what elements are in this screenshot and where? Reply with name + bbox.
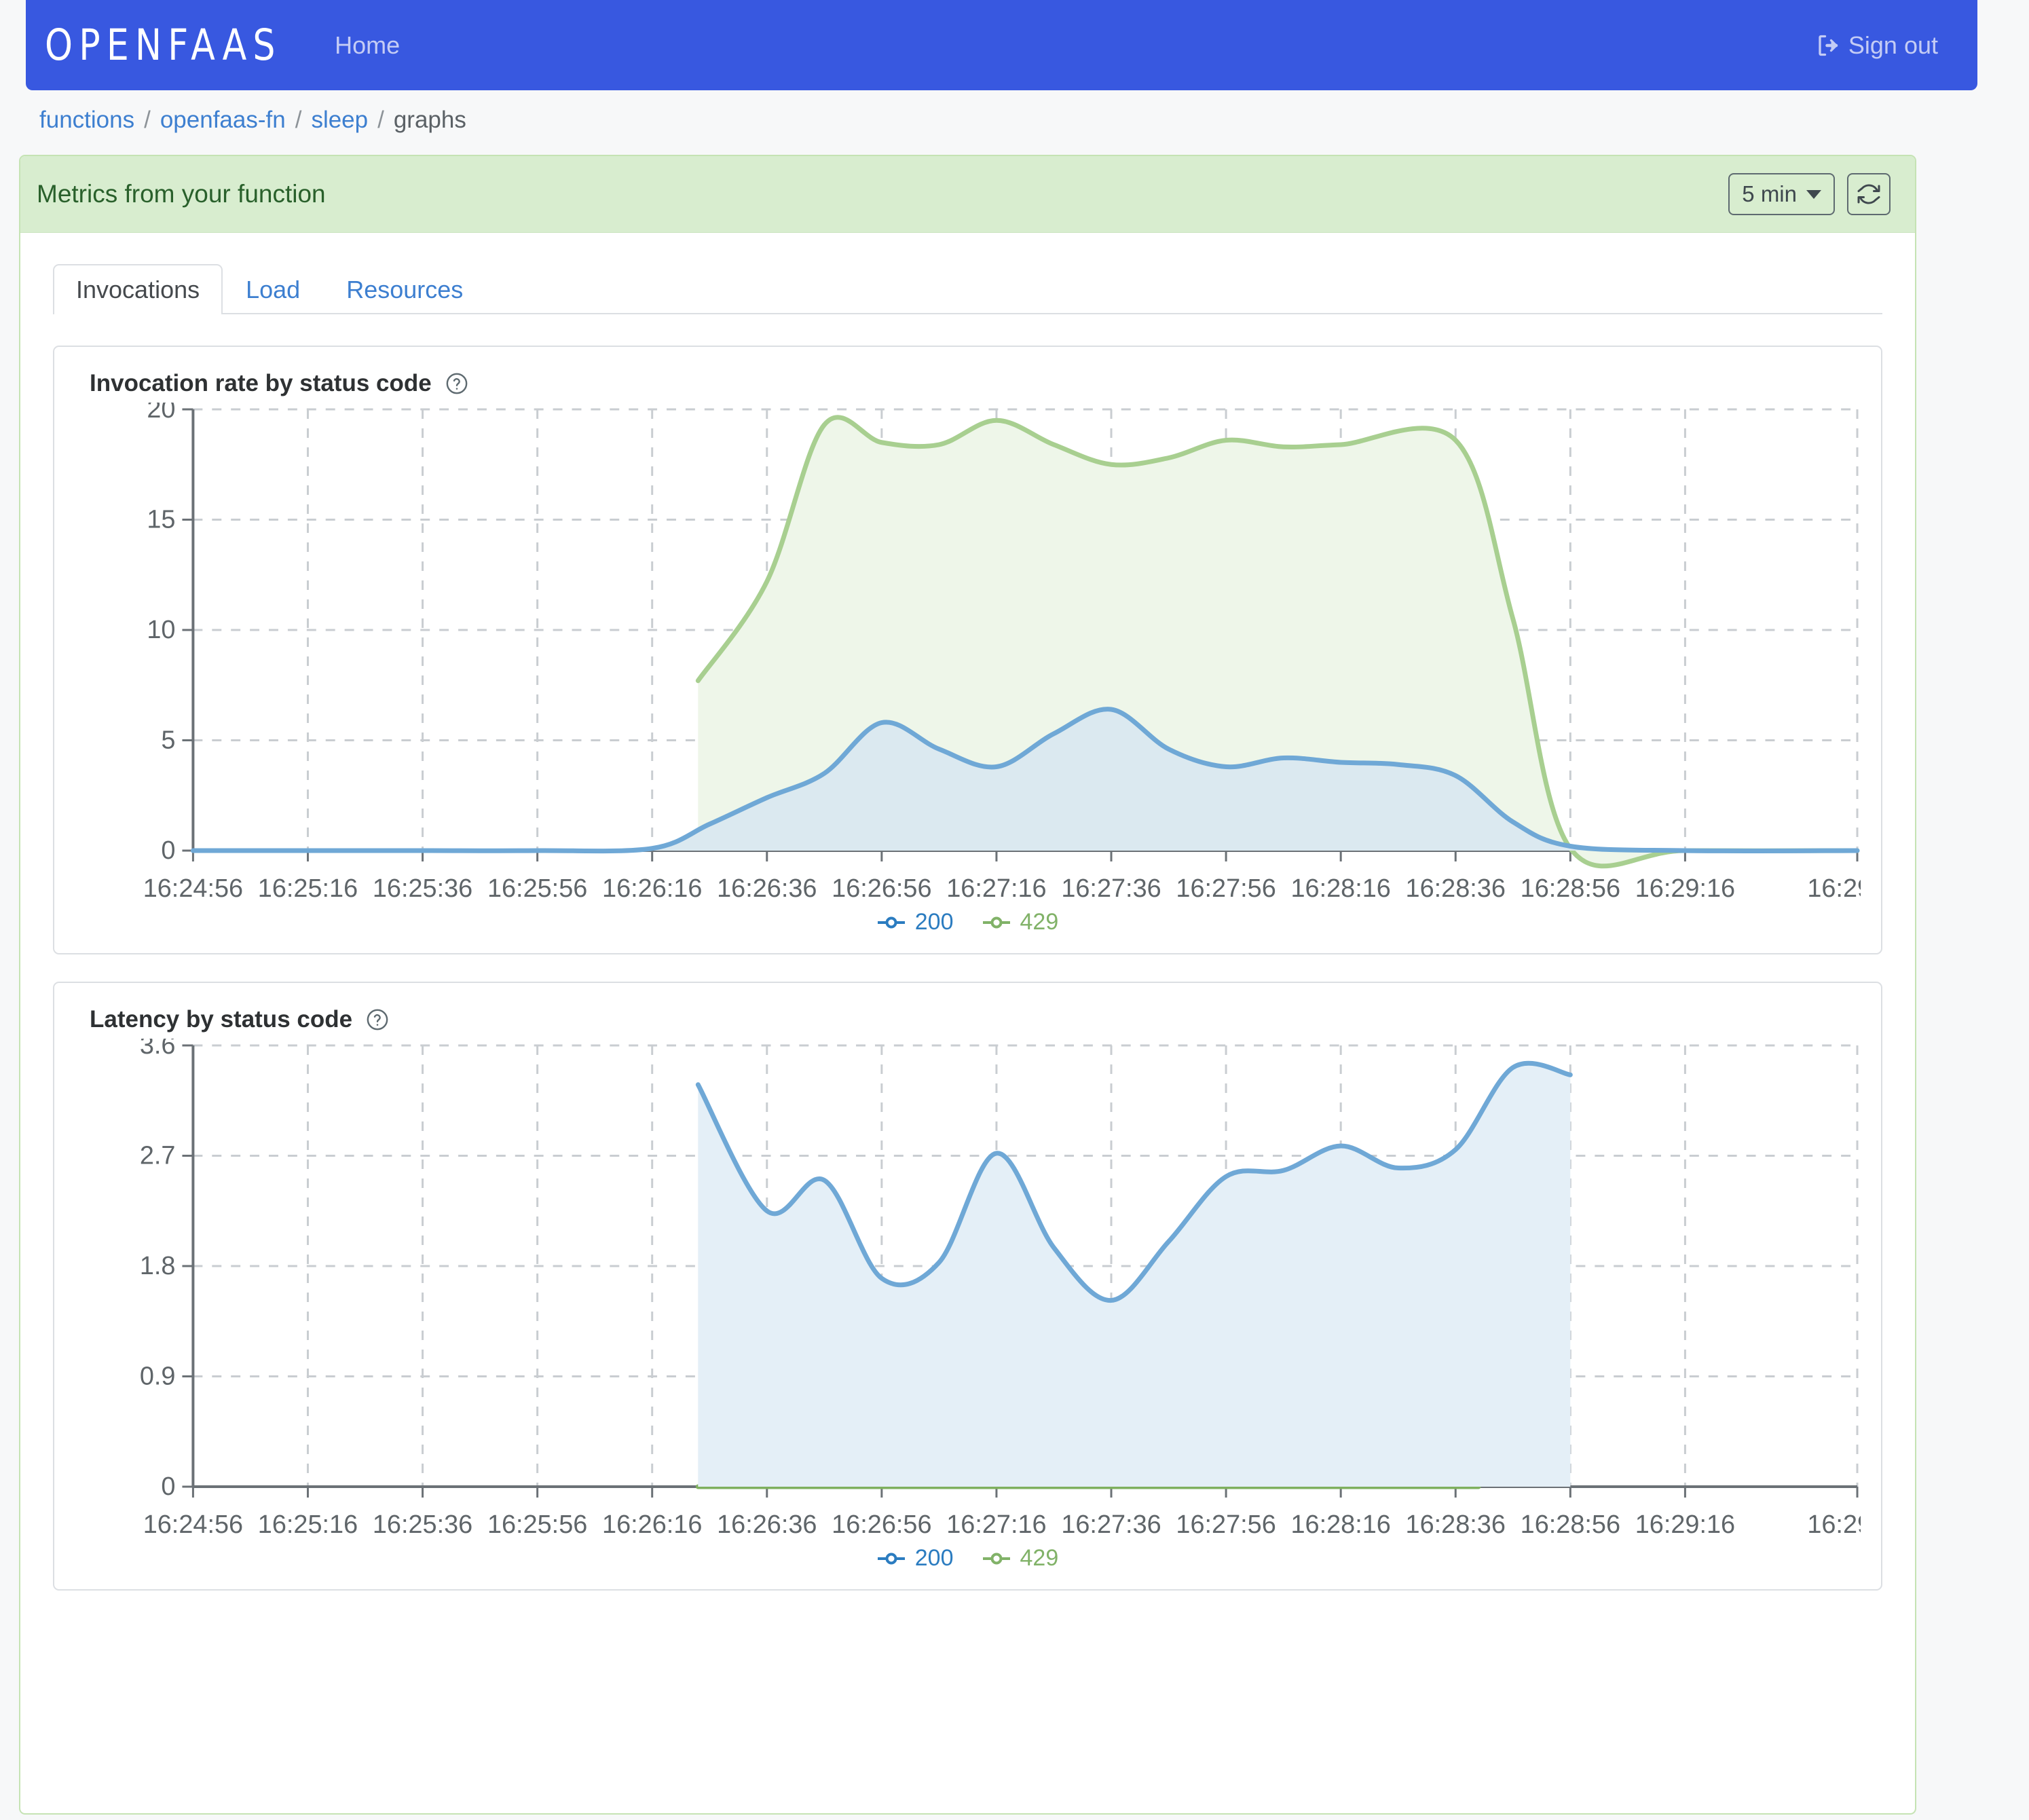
svg-text:16:28:16: 16:28:16	[1290, 1510, 1390, 1539]
legend-label-429: 429	[1020, 909, 1059, 935]
openfaas-logo[interactable]: OPENFAAS	[45, 24, 282, 67]
chart-header: Invocation rate by status code	[90, 370, 1861, 397]
svg-text:15: 15	[147, 505, 175, 534]
breadcrumb-separator: /	[377, 107, 384, 134]
svg-text:2.7: 2.7	[140, 1141, 176, 1170]
legend-marker-200	[877, 1552, 906, 1565]
legend-item-429[interactable]: 429	[982, 909, 1059, 935]
svg-text:16:28:56: 16:28:56	[1521, 1510, 1620, 1539]
breadcrumb-item-namespace[interactable]: openfaas-fn	[160, 107, 286, 134]
legend-label-200: 200	[915, 909, 954, 935]
svg-text:16:27:16: 16:27:16	[946, 874, 1046, 903]
svg-text:5: 5	[161, 726, 175, 754]
svg-text:16:27:56: 16:27:56	[1176, 874, 1276, 903]
legend-label-429: 429	[1020, 1545, 1059, 1572]
svg-text:16:25:36: 16:25:36	[373, 874, 472, 903]
svg-text:16:28:16: 16:28:16	[1290, 874, 1390, 903]
metrics-panel-header: Metrics from your function 5 min	[20, 156, 1915, 233]
chart-title: Latency by status code	[90, 1006, 352, 1033]
svg-text:0.9: 0.9	[140, 1362, 176, 1390]
svg-text:3.6: 3.6	[140, 1039, 176, 1060]
svg-text:16:26:16: 16:26:16	[602, 874, 702, 903]
svg-text:16:27:36: 16:27:36	[1061, 1510, 1161, 1539]
sign-out-icon	[1816, 33, 1840, 58]
nav-link-home[interactable]: Home	[335, 31, 400, 60]
time-range-value: 5 min	[1742, 181, 1797, 207]
chart-plot-latency: 0 0.9 1.8 2.7 3.6 16:24:56 16:25:16 16:25:36 16:…	[75, 1039, 1861, 1541]
svg-text:16:25:56: 16:25:56	[487, 1510, 587, 1539]
refresh-button[interactable]	[1847, 173, 1891, 215]
svg-text:16:28:36: 16:28:36	[1406, 1510, 1506, 1539]
svg-text:16:25:16: 16:25:16	[258, 1510, 358, 1539]
svg-text:16:25:56: 16:25:56	[487, 874, 587, 903]
tab-load[interactable]: Load	[223, 264, 323, 314]
refresh-icon	[1857, 182, 1881, 206]
breadcrumb-separator: /	[295, 107, 302, 134]
svg-text:0: 0	[161, 836, 175, 865]
svg-text:16:26:16: 16:26:16	[602, 1510, 702, 1539]
time-range-dropdown[interactable]: 5 min	[1728, 173, 1835, 215]
tabs-container: Invocations Load Resources	[20, 233, 1915, 314]
top-navbar: OPENFAAS Home Sign out	[26, 0, 1977, 90]
svg-text:16:24:56: 16:24:56	[143, 1510, 243, 1539]
svg-text:16:26:36: 16:26:36	[717, 1510, 817, 1539]
breadcrumb-item-graphs: graphs	[394, 107, 466, 134]
svg-text:16:26:56: 16:26:56	[832, 874, 931, 903]
legend-marker-200	[877, 916, 906, 929]
svg-text:16:27:36: 16:27:36	[1061, 874, 1161, 903]
sign-out-label: Sign out	[1848, 31, 1938, 60]
legend-item-200[interactable]: 200	[877, 909, 954, 935]
metrics-panel-actions: 5 min	[1728, 173, 1891, 215]
breadcrumb-item-functions[interactable]: functions	[39, 107, 134, 134]
legend-item-429[interactable]: 429	[982, 1545, 1059, 1572]
breadcrumb: functions / openfaas-fn / sleep / graphs	[39, 107, 466, 134]
svg-text:16:25:36: 16:25:36	[373, 1510, 472, 1539]
svg-text:16:27:56: 16:27:56	[1176, 1510, 1276, 1539]
legend-item-200[interactable]: 200	[877, 1545, 954, 1572]
chart-plot-invocation-rate: 0 5 10 15 20 16:24:56 16:25:16 16:25:36 16:25:56…	[75, 403, 1861, 905]
svg-text:16:28:56: 16:28:56	[1521, 874, 1620, 903]
chart-title: Invocation rate by status code	[90, 370, 432, 397]
metrics-panel: Metrics from your function 5 min	[19, 155, 1916, 1815]
svg-text:16:26:56: 16:26:56	[832, 1510, 931, 1539]
svg-text:16:24:56: 16:24:56	[143, 874, 243, 903]
invocation-rate-svg: 0 5 10 15 20 16:24:56 16:25:16 16:25:36 16:25:56…	[75, 403, 1861, 905]
svg-text:16:28:36: 16:28:36	[1406, 874, 1506, 903]
breadcrumb-item-function[interactable]: sleep	[311, 107, 368, 134]
svg-text:10: 10	[147, 616, 175, 644]
sign-out-button[interactable]: Sign out	[1816, 31, 1938, 60]
tab-invocations[interactable]: Invocations	[53, 264, 223, 314]
svg-text:16:29:46: 16:29:46	[1807, 874, 1861, 903]
svg-text:0: 0	[161, 1472, 175, 1501]
help-circle-icon[interactable]	[366, 1008, 389, 1031]
chart-card-invocation-rate: Invocation rate by status code 0 5 10 15 20 1…	[53, 346, 1882, 954]
svg-text:16:26:36: 16:26:36	[717, 874, 817, 903]
svg-text:16:29:16: 16:29:16	[1635, 1510, 1735, 1539]
breadcrumb-separator: /	[144, 107, 151, 134]
svg-text:16:29:16: 16:29:16	[1635, 874, 1735, 903]
tab-resources[interactable]: Resources	[323, 264, 486, 314]
chart-card-latency: Latency by status code 0 0.9 1.8 2.7 3.6 16:2…	[53, 982, 1882, 1591]
legend-marker-429	[982, 916, 1011, 929]
chart-header: Latency by status code	[90, 1006, 1861, 1033]
latency-svg: 0 0.9 1.8 2.7 3.6 16:24:56 16:25:16 16:25:36 16:…	[75, 1039, 1861, 1541]
chart-legend-invocation-rate: 200 429	[75, 909, 1861, 935]
svg-text:20: 20	[147, 403, 175, 424]
chevron-down-icon	[1806, 190, 1821, 199]
svg-text:16:29:46: 16:29:46	[1807, 1510, 1861, 1539]
legend-label-200: 200	[915, 1545, 954, 1572]
metrics-panel-title: Metrics from your function	[37, 180, 326, 208]
tabs: Invocations Load Resources	[53, 261, 1882, 314]
svg-text:16:25:16: 16:25:16	[258, 874, 358, 903]
svg-text:1.8: 1.8	[140, 1252, 176, 1280]
svg-text:16:27:16: 16:27:16	[946, 1510, 1046, 1539]
help-circle-icon[interactable]	[445, 372, 468, 395]
chart-legend-latency: 200 429	[75, 1545, 1861, 1572]
legend-marker-429	[982, 1552, 1011, 1565]
